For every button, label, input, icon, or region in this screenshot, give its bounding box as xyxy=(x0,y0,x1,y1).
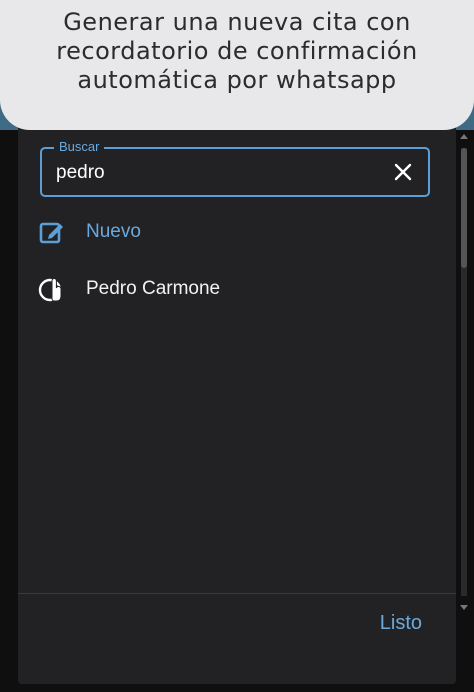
scroll-up-arrow-icon[interactable] xyxy=(460,134,468,139)
caption-text: Generar una nueva cita con recordatorio … xyxy=(56,8,418,94)
caption-banner: Generar una nueva cita con recordatorio … xyxy=(0,0,474,130)
close-icon[interactable] xyxy=(392,161,414,183)
scroll-track[interactable] xyxy=(461,148,467,596)
contact-search-dialog: Buscar Nuevo Pedro Carmone Listo xyxy=(18,112,456,684)
scroll-thumb[interactable] xyxy=(461,148,467,268)
list-item[interactable]: Pedro Carmone xyxy=(38,273,220,305)
search-input[interactable] xyxy=(56,161,356,185)
done-button[interactable]: Listo xyxy=(380,612,422,635)
scrollbar[interactable] xyxy=(458,128,470,616)
footer-divider xyxy=(18,593,456,594)
new-contact-label: Nuevo xyxy=(86,221,141,242)
search-field-label: Buscar xyxy=(54,139,105,155)
scroll-down-arrow-icon[interactable] xyxy=(460,605,468,610)
search-field[interactable]: Buscar xyxy=(40,139,430,197)
edit-icon xyxy=(39,222,63,244)
contact-name: Pedro Carmone xyxy=(86,278,221,299)
new-contact-item[interactable]: Nuevo xyxy=(38,216,141,248)
pointer-hand-icon xyxy=(38,277,62,302)
